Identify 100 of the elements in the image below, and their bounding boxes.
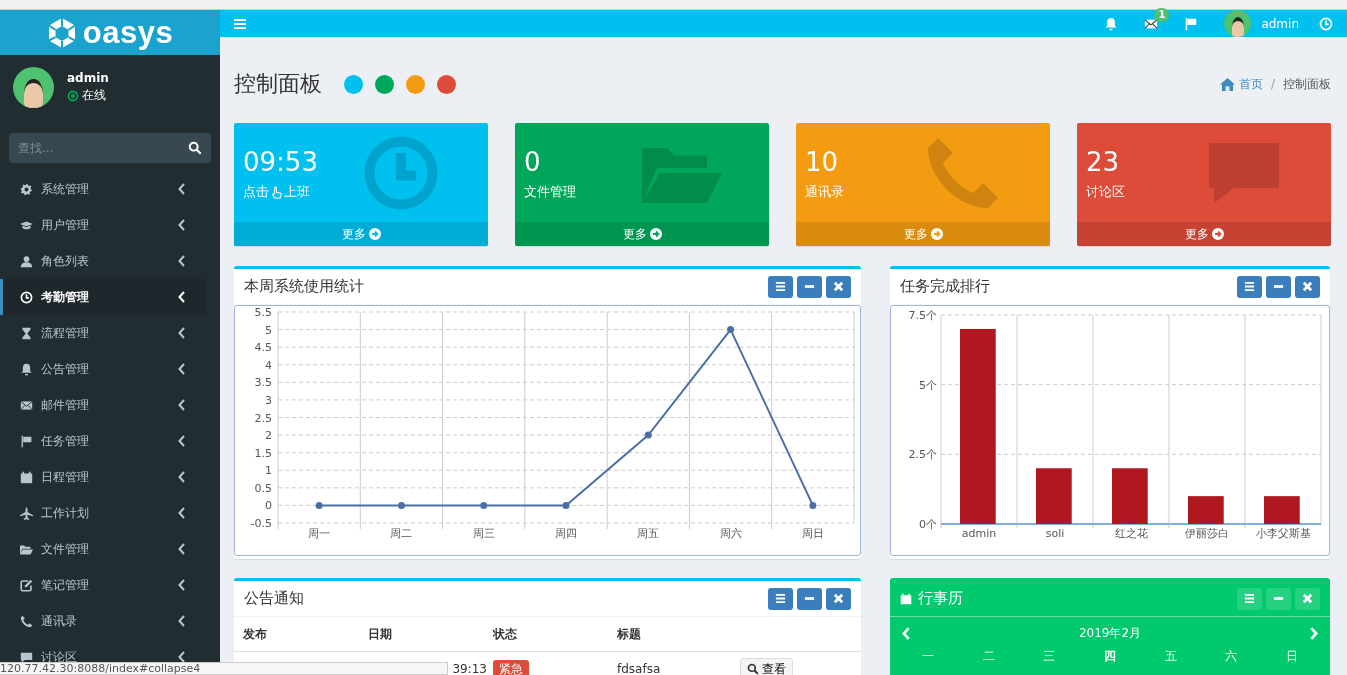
- menu-button[interactable]: [768, 587, 793, 610]
- menu-button[interactable]: [768, 275, 793, 298]
- stat-value: 0: [524, 147, 542, 177]
- menu-item[interactable]: 通讯录: [0, 603, 206, 639]
- status-label: 紧急: [493, 659, 529, 675]
- weekday-label: 一: [921, 648, 936, 665]
- arrow-circle-icon: [930, 228, 943, 240]
- avatar[interactable]: [1224, 10, 1252, 37]
- stat-value: 23: [1086, 147, 1121, 177]
- close-button[interactable]: [1295, 275, 1320, 298]
- stat-label: 通讯录: [805, 183, 844, 201]
- axis-tick-label: 5: [265, 323, 272, 337]
- clock-icon: [1319, 16, 1333, 31]
- menu-button[interactable]: [1237, 587, 1262, 610]
- chevron-left-icon: [178, 291, 186, 303]
- close-icon: [833, 593, 844, 604]
- logo-text: oasys: [82, 14, 174, 51]
- data-point: [727, 326, 735, 334]
- list-icon: [1244, 593, 1255, 604]
- stat-label: 点击: [243, 183, 269, 201]
- axis-tick-label: 周日: [801, 527, 824, 540]
- weekday-label: 日: [1284, 648, 1299, 665]
- chevron-left-icon: [178, 579, 186, 591]
- bell-icon: [20, 362, 33, 376]
- menu-item[interactable]: 文件管理: [0, 531, 206, 567]
- data-point: [480, 501, 488, 509]
- view-button[interactable]: 查看: [740, 657, 793, 675]
- chevron-left-icon: [178, 507, 186, 519]
- breadcrumb-current: 控制面板: [1283, 75, 1331, 93]
- axis-tick-label: 5个: [919, 378, 937, 392]
- chevron-left-icon: [178, 471, 186, 483]
- axis-tick-label: 1: [265, 464, 272, 478]
- menu-item[interactable]: 笔记管理: [0, 567, 206, 603]
- minimize-button[interactable]: [797, 587, 822, 610]
- chevron-left-icon: [178, 435, 186, 447]
- close-button[interactable]: [826, 587, 851, 610]
- menu-button[interactable]: [1237, 275, 1262, 298]
- plane-icon: [20, 506, 33, 520]
- weekday-label: 六: [1224, 648, 1239, 665]
- panel-title: 任务完成排行: [900, 277, 990, 296]
- menu-item[interactable]: 考勤管理: [0, 279, 206, 315]
- list-icon: [775, 281, 786, 292]
- menu-item[interactable]: 用户管理: [0, 207, 206, 243]
- minimize-button[interactable]: [797, 275, 822, 298]
- menu-item[interactable]: 任务管理: [0, 423, 206, 459]
- axis-tick-label: 0个: [919, 518, 937, 531]
- close-button[interactable]: [826, 275, 851, 298]
- theme-dot[interactable]: [375, 74, 394, 94]
- list-icon: [1244, 281, 1255, 292]
- chevron-left-icon: [178, 615, 186, 627]
- more-link[interactable]: 更多: [515, 222, 769, 246]
- bar: [1112, 468, 1148, 524]
- axis-tick-label: 2.5个: [908, 448, 937, 462]
- table-cell-text: fdsafsa: [617, 662, 662, 675]
- minimize-button[interactable]: [1266, 275, 1291, 298]
- next-month-icon[interactable]: [1309, 627, 1318, 640]
- close-icon: [1302, 281, 1313, 292]
- breadcrumb-separator: /: [1270, 77, 1275, 91]
- close-button[interactable]: [1295, 587, 1320, 610]
- more-link[interactable]: 更多: [1077, 222, 1331, 246]
- chevron-left-icon: [178, 399, 186, 411]
- calendar-icon: [900, 592, 912, 605]
- menu-item[interactable]: 流程管理: [0, 315, 206, 351]
- axis-tick-label: 4: [265, 358, 272, 372]
- hand-icon: [271, 185, 282, 199]
- search-icon[interactable]: [188, 141, 202, 155]
- menu-item[interactable]: 日程管理: [0, 459, 206, 495]
- menu-item[interactable]: 角色列表: [0, 243, 206, 279]
- page-title: 控制面板: [234, 70, 322, 98]
- axis-tick-label: 周四: [555, 527, 577, 540]
- chevron-left-icon: [178, 327, 186, 339]
- axis-tick-label: 2.5: [254, 411, 272, 425]
- axis-tick-label: 伊丽莎白: [1185, 527, 1229, 540]
- hourglass-icon: [20, 326, 33, 340]
- chevron-left-icon: [178, 363, 186, 375]
- flag-icon: [20, 434, 33, 448]
- menu-item[interactable]: 工作计划: [0, 495, 206, 531]
- previous-month-icon[interactable]: [902, 627, 911, 640]
- axis-tick-label: 周五: [637, 527, 660, 540]
- search-field[interactable]: 查找...: [9, 133, 211, 163]
- bar: [1036, 468, 1072, 524]
- theme-dot[interactable]: [406, 74, 425, 94]
- close-icon: [833, 281, 844, 292]
- column-header: 发布: [243, 625, 268, 643]
- gear-icon: [20, 182, 33, 196]
- calendar-icon: [20, 470, 33, 484]
- theme-dot[interactable]: [437, 74, 456, 94]
- menu-item[interactable]: 系统管理: [0, 171, 206, 207]
- axis-tick-label: 0.5: [254, 481, 272, 495]
- weekday-label: 五: [1163, 648, 1178, 665]
- weekday-label: 三: [1042, 648, 1057, 665]
- theme-dot[interactable]: [344, 74, 363, 94]
- stat-label: 讨论区: [1086, 183, 1125, 201]
- data-point: [562, 501, 570, 509]
- menu-item[interactable]: 邮件管理: [0, 387, 206, 423]
- table-cell-text: 39:13: [451, 662, 488, 675]
- axis-tick-label: 周一: [308, 527, 331, 540]
- menu-item[interactable]: 公告管理: [0, 351, 206, 387]
- axis-tick-label: 红之花: [1114, 527, 1148, 540]
- axis-tick-label: 周六: [719, 527, 742, 540]
